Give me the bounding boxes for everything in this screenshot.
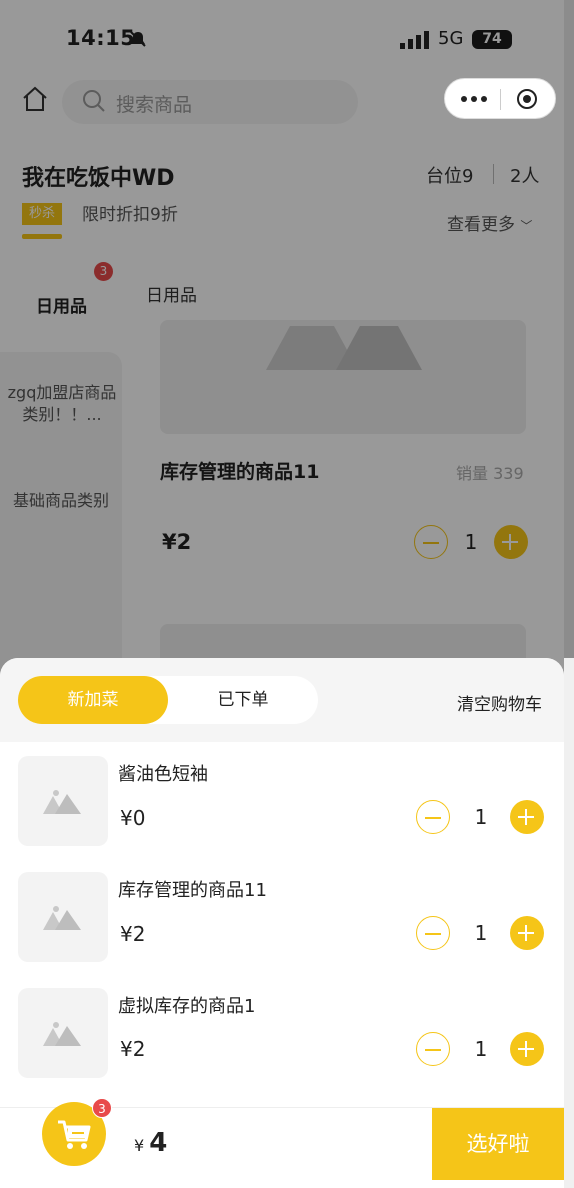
cart-item-price: ¥2 — [120, 1037, 146, 1061]
cart-item-minus-button[interactable] — [416, 916, 450, 950]
close-target-icon[interactable] — [515, 87, 539, 111]
cart-item-image — [18, 756, 108, 846]
cart-item-minus-button[interactable] — [416, 1032, 450, 1066]
cart-item-name: 酱油色短袖 — [118, 764, 208, 785]
cart-icon — [58, 1120, 91, 1149]
currency-symbol: ¥ — [134, 1136, 145, 1155]
cart-item-name: 库存管理的商品11 — [118, 880, 267, 901]
cart-item-quantity: 1 — [474, 921, 488, 945]
cart-count-badge: 3 — [92, 1098, 112, 1118]
image-placeholder-icon — [43, 906, 81, 930]
cart-item-plus-button[interactable] — [510, 916, 544, 950]
cart-item-image — [18, 872, 108, 962]
submit-button[interactable]: 选好啦 — [432, 1108, 564, 1180]
total-amount: 4 — [149, 1128, 168, 1158]
scrollbar-track — [564, 658, 574, 1188]
cart-item-plus-button[interactable] — [510, 800, 544, 834]
image-placeholder-icon — [43, 790, 81, 814]
more-icon[interactable] — [459, 89, 489, 109]
tab-ordered[interactable]: 已下单 — [168, 676, 318, 724]
cart-item-image — [18, 988, 108, 1078]
image-placeholder-icon — [43, 1022, 81, 1046]
cart-item-price: ¥0 — [120, 806, 146, 830]
cart-item-name: 虚拟库存的商品1 — [118, 996, 256, 1017]
cart-item-minus-button[interactable] — [416, 800, 450, 834]
cart-item-price: ¥2 — [120, 922, 146, 946]
cart-total: ¥ 4 — [134, 1128, 167, 1158]
cart-item-quantity: 1 — [474, 1037, 488, 1061]
mini-program-capsule[interactable] — [444, 78, 556, 119]
tab-new-items[interactable]: 新加菜 — [18, 676, 168, 724]
clear-cart-button[interactable]: 清空购物车 — [457, 690, 542, 715]
capsule-divider — [500, 89, 501, 110]
cart-item-quantity: 1 — [474, 805, 488, 829]
cart-item-plus-button[interactable] — [510, 1032, 544, 1066]
